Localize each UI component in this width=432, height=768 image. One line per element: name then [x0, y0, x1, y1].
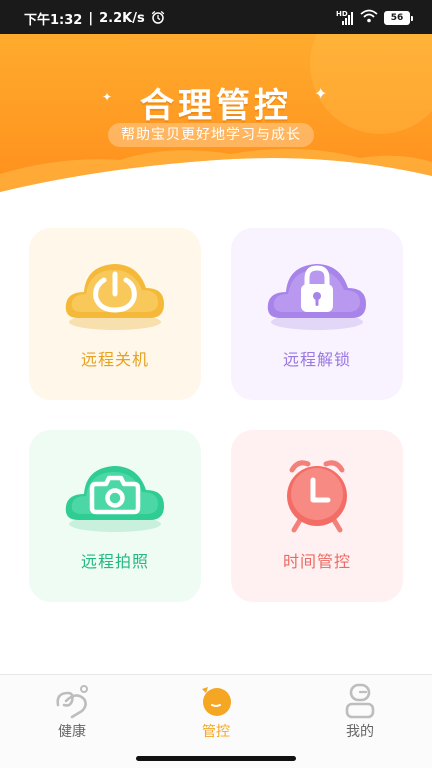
- status-right: HD 56: [336, 9, 413, 26]
- nav-item-mine[interactable]: 我的: [320, 683, 400, 741]
- remote-shutdown-card[interactable]: 远程关机: [29, 228, 201, 400]
- remote-photo-label: 远程拍照: [80, 552, 149, 571]
- status-left: 下午1:32 | 2.2K/s: [24, 9, 165, 28]
- remote-photo-card[interactable]: 远程拍照: [29, 430, 201, 602]
- bottom-navigation: 健康 管控 我的: [0, 674, 432, 768]
- health-icon: [52, 683, 92, 719]
- header-banner: ✦ ✦ 合理管控 帮助宝贝更好地学习与成长: [0, 34, 432, 194]
- nav-label-mine: 我的: [346, 724, 374, 740]
- remote-shutdown-label: 远程关机: [80, 350, 149, 369]
- banner-subtitle: 帮助宝贝更好地学习与成长: [108, 123, 314, 147]
- home-indicator[interactable]: [136, 756, 296, 761]
- signal-icon: HD: [336, 10, 354, 25]
- banner-title: 合理管控: [140, 86, 292, 126]
- profile-icon: [340, 683, 380, 719]
- time-control-label: 时间管控: [282, 552, 351, 571]
- nav-label-health: 健康: [58, 724, 86, 740]
- nav-item-health[interactable]: 健康: [32, 683, 112, 741]
- wifi-icon: [360, 9, 378, 26]
- alarm-status-icon: [151, 10, 165, 28]
- time-control-card[interactable]: 时间管控: [231, 430, 403, 602]
- status-bar: 下午1:32 | 2.2K/s HD 56: [0, 0, 432, 34]
- alarm-clock-icon: [262, 456, 372, 536]
- remote-unlock-label: 远程解锁: [282, 350, 351, 369]
- control-icon: [196, 683, 236, 719]
- status-separator: |: [88, 11, 94, 26]
- status-time: 下午1:32: [24, 13, 83, 28]
- battery-icon: 56: [384, 10, 413, 25]
- status-speed: 2.2K/s: [99, 11, 145, 26]
- camera-cloud-icon: [60, 456, 170, 536]
- nav-label-control: 管控: [202, 724, 230, 740]
- lock-cloud-icon: [262, 254, 372, 334]
- nav-item-control[interactable]: 管控: [176, 683, 256, 741]
- remote-unlock-card[interactable]: 远程解锁: [231, 228, 403, 400]
- power-cloud-icon: [60, 254, 170, 334]
